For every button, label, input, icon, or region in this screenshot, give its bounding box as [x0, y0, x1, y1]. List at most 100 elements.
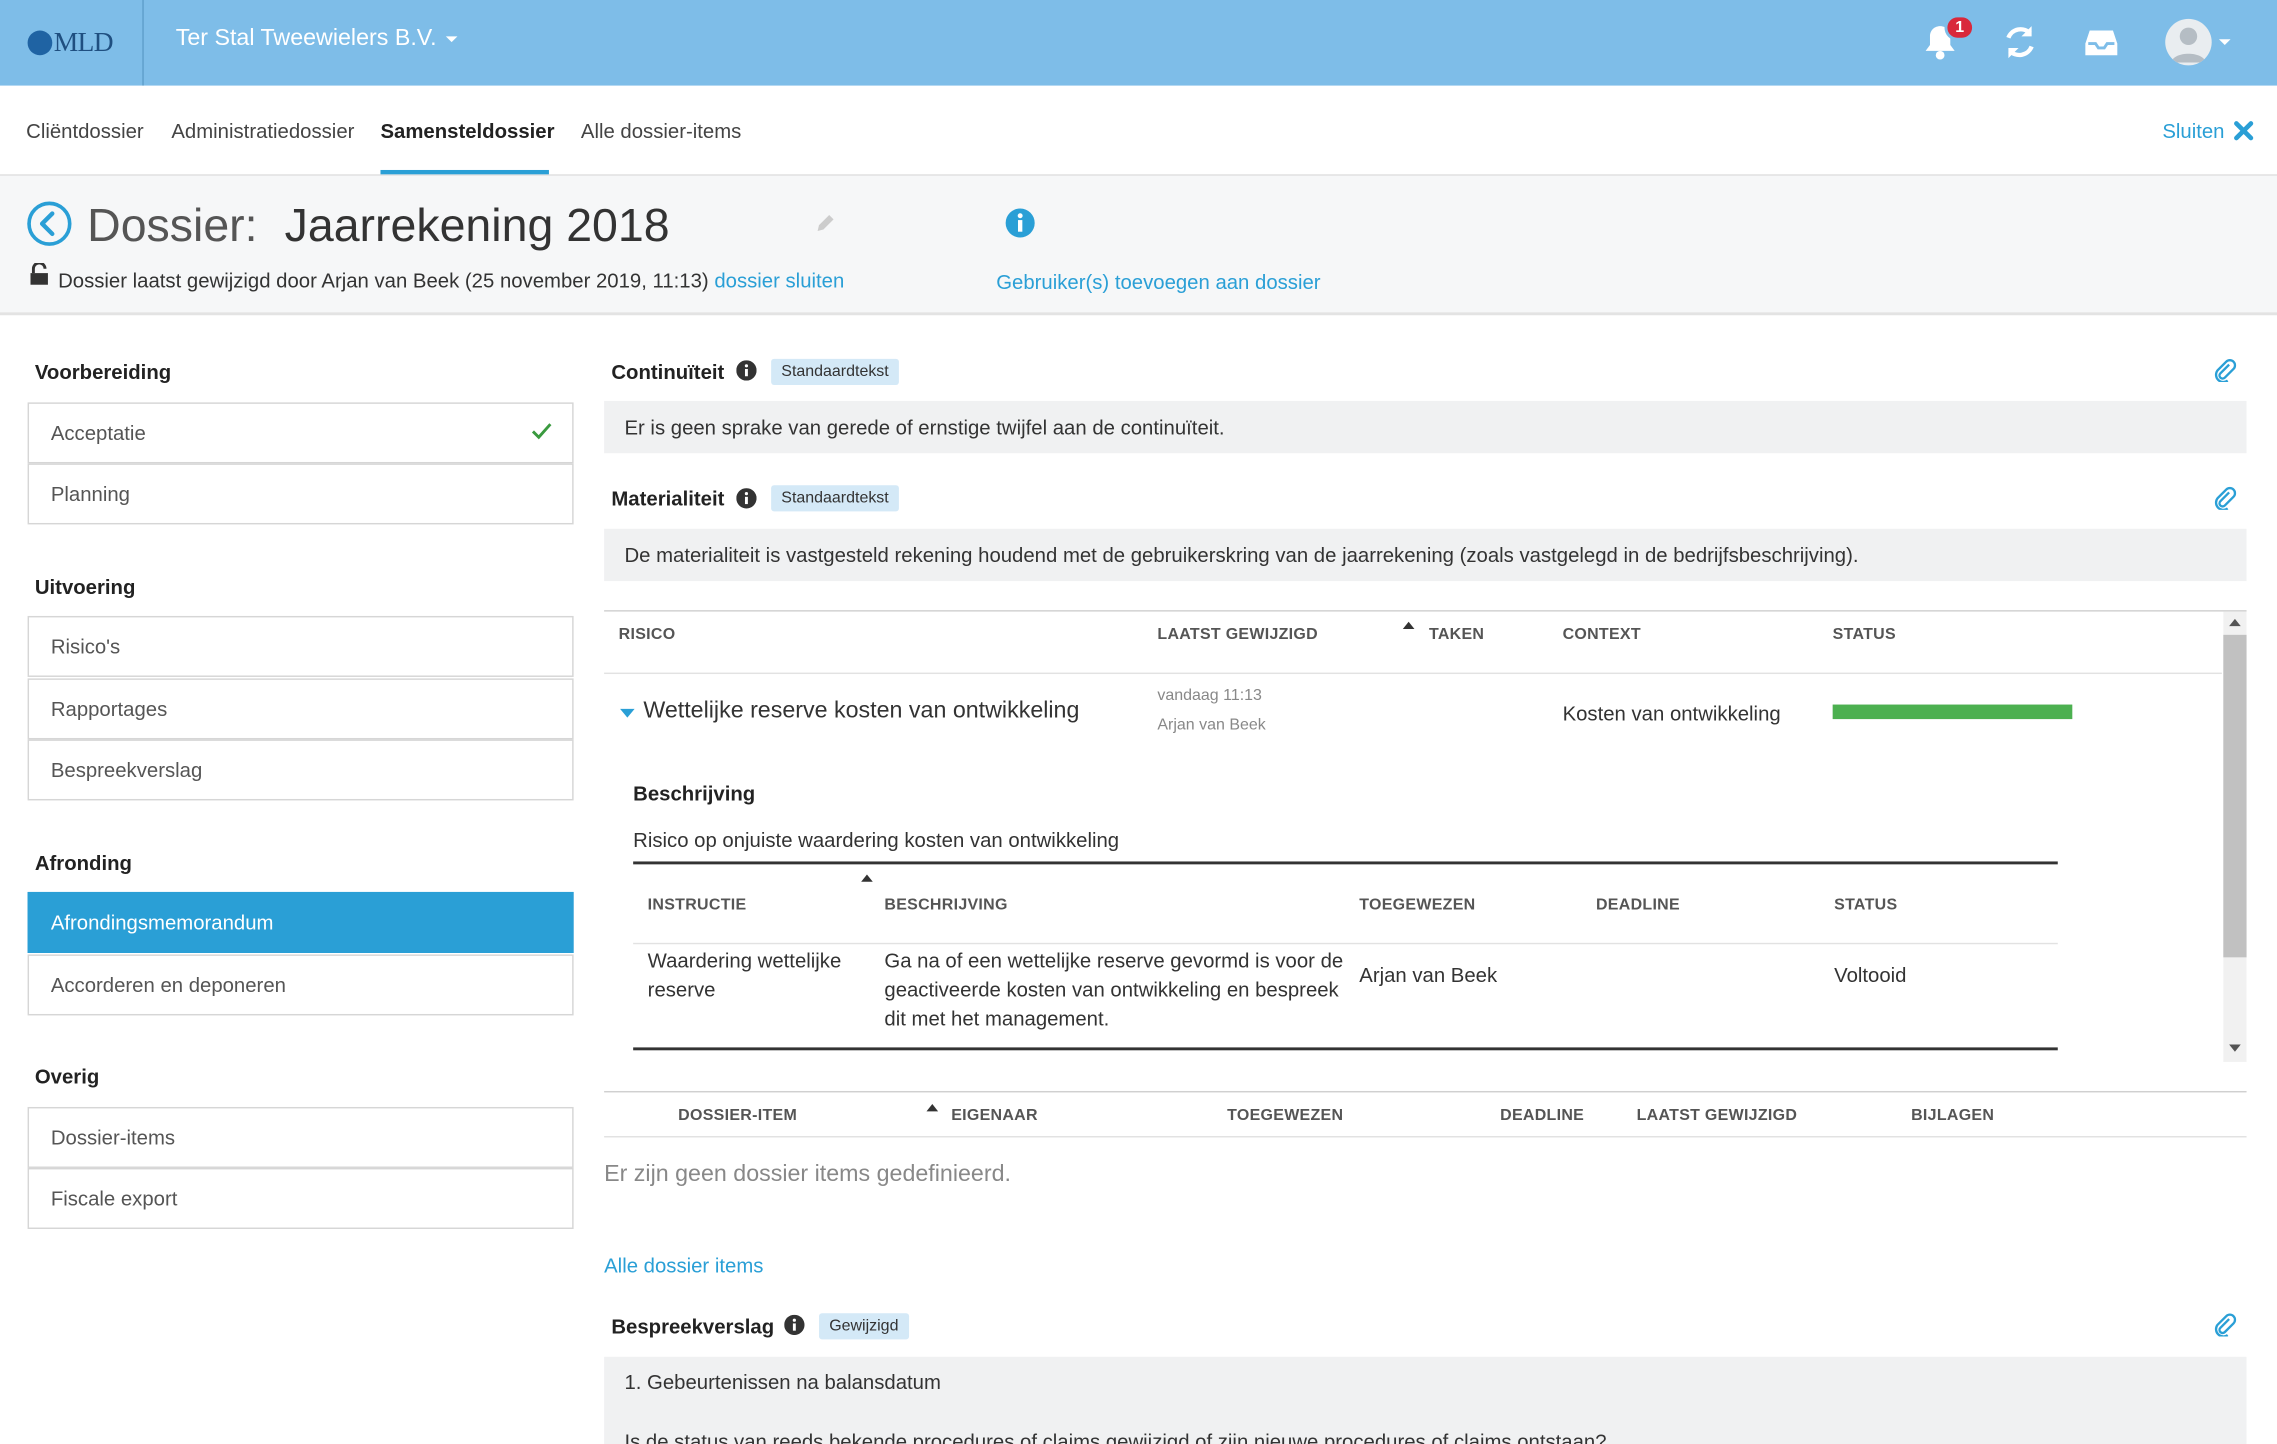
status-tag: Standaardtekst [771, 358, 899, 385]
sidebar-item-label: Accorderen en deponeren [50, 973, 286, 997]
dossier-meta: Dossier laatst gewijzigd door Arjan van … [58, 269, 844, 292]
inbox-icon [2085, 30, 2118, 56]
company-selector[interactable]: Ter Stal Tweewielers B.V. [176, 26, 457, 52]
close-button[interactable]: Sluiten [2162, 119, 2253, 142]
sidebar-item-label: Acceptatie [50, 421, 146, 445]
divider [604, 672, 2222, 675]
sidebar-item-label: Rapportages [50, 697, 168, 721]
info-icon[interactable] [736, 360, 757, 381]
column-header-beschrijving[interactable]: BESCHRIJVING [884, 896, 1007, 913]
inbox-button[interactable] [2080, 20, 2124, 64]
close-label: Sluiten [2162, 119, 2225, 143]
all-dossier-items-link[interactable]: Alle dossier items [604, 1254, 763, 1277]
sidebar-item-label: Dossier-items [50, 1125, 176, 1150]
sidebar-item-rapportages[interactable]: Rapportages [27, 678, 574, 740]
dossier-items-table-header: DOSSIER-ITEM EIGENAAR TOEGEWEZEN DEADLIN… [604, 1090, 2247, 1138]
sort-asc-icon[interactable] [1402, 621, 1415, 630]
chevron-down-icon [445, 36, 457, 43]
refresh-button[interactable] [1998, 20, 2042, 64]
pencil-icon[interactable] [815, 214, 835, 234]
section-title-materialiteit: Materialiteit [611, 486, 725, 510]
risk-context: Kosten van ontwikkeling [1562, 701, 1781, 725]
status-tag: Gewijzigd [819, 1313, 909, 1340]
dossier-label: Dossier: [87, 199, 258, 252]
paperclip-icon[interactable] [2213, 359, 2237, 383]
top-bar: MLD Ter Stal Tweewielers B.V. 1 [0, 0, 2277, 86]
sidebar-item-acceptatie[interactable]: Acceptatie [27, 402, 574, 464]
sidebar-item-label: Planning [50, 482, 130, 506]
info-icon[interactable] [736, 488, 757, 509]
sidebar-item-accorderen-en-deponeren[interactable]: Accorderen en deponeren [27, 954, 574, 1016]
sidebar-item-label: Bespreekverslag [50, 758, 203, 782]
close-icon [2233, 121, 2253, 141]
tab-clientdossier[interactable]: Cliëntdossier [26, 119, 144, 142]
app-window: MLD Ter Stal Tweewielers B.V. 1 Cliëntdo… [0, 0, 2277, 1444]
dossier-tabs: Cliëntdossier Administratiedossier Samen… [0, 85, 2277, 176]
continuiteit-text[interactable]: Er is geen sprake van gerede of ernstige… [604, 400, 2247, 454]
last-modified-text: Dossier laatst gewijzigd door Arjan van … [58, 268, 709, 292]
cell-instructie: Waardering wettelijke reserve [647, 948, 842, 1001]
sidebar-item-fiscale-export[interactable]: Fiscale export [27, 1167, 574, 1229]
column-header-laatst-gewijzigd[interactable]: LAATST GEWIJZIGD [1157, 626, 1318, 643]
sidebar-item-afrondingsmemorandum[interactable]: Afrondingsmemorandum [27, 891, 574, 953]
column-header-dossier-item[interactable]: DOSSIER-ITEM [678, 1107, 797, 1124]
tab-samensteldossier[interactable]: Samensteldossier [380, 119, 554, 142]
description-title: Beschrijving [633, 781, 756, 805]
sidebar-section-afronding: Afronding [34, 851, 132, 875]
modified-by: Arjan van Beek [1157, 716, 1266, 734]
column-header-instructie[interactable]: INSTRUCTIE [648, 896, 747, 913]
close-dossier-link[interactable]: dossier sluiten [714, 269, 844, 292]
column-header-toegewezen[interactable]: TOEGEWEZEN [1359, 896, 1475, 913]
sidebar-item-planning[interactable]: Planning [27, 463, 574, 525]
column-header-laatst-gewijzigd[interactable]: LAATST GEWIJZIGD [1637, 1107, 1798, 1124]
active-tab-indicator [380, 169, 549, 175]
status-tag: Standaardtekst [771, 485, 899, 512]
cell-beschrijving: Ga na of een wettelijke reserve gevormd … [884, 948, 1344, 1030]
user-icon [2171, 27, 2206, 63]
status-progress-bar [1832, 704, 2073, 720]
sidebar-item-bespreekverslag[interactable]: Bespreekverslag [27, 739, 574, 801]
notification-badge: 1 [1944, 14, 1975, 41]
column-header-toegewezen[interactable]: TOEGEWEZEN [1227, 1107, 1343, 1124]
column-header-deadline[interactable]: DEADLINE [1500, 1107, 1584, 1124]
section-title-bespreekverslag: Bespreekverslag [611, 1314, 775, 1338]
risk-table: RISICO LAATST GEWIJZIGD TAKEN CONTEXT ST… [604, 610, 2247, 1062]
column-header-eigenaar[interactable]: EIGENAAR [951, 1107, 1038, 1124]
materialiteit-text[interactable]: De materialiteit is vastgesteld rekening… [604, 528, 2247, 582]
risk-name[interactable]: Wettelijke reserve kosten van ontwikkeli… [643, 699, 1079, 725]
sidebar-item-dossier-items[interactable]: Dossier-items [27, 1106, 574, 1168]
cell-toegewezen: Arjan van Beek [1359, 963, 1498, 987]
logo[interactable]: MLD [0, 0, 144, 86]
scroll-up-icon[interactable] [2229, 618, 2241, 627]
info-icon[interactable] [1005, 208, 1035, 239]
refresh-icon [2006, 26, 2034, 59]
user-avatar[interactable] [2165, 18, 2212, 66]
instruction-table: INSTRUCTIE BESCHRIJVING TOEGEWEZEN DEADL… [633, 861, 2058, 1051]
paperclip-icon[interactable] [2213, 1313, 2237, 1337]
column-header-bijlagen[interactable]: BIJLAGEN [1911, 1107, 1994, 1124]
back-icon[interactable] [26, 200, 72, 246]
info-icon[interactable] [784, 1314, 805, 1336]
column-header-deadline[interactable]: DEADLINE [1596, 896, 1680, 913]
column-header-risico[interactable]: RISICO [619, 626, 676, 643]
user-menu-chevron-icon[interactable] [2218, 39, 2231, 46]
column-header-context[interactable]: CONTEXT [1563, 626, 1641, 643]
tab-alle-dossier-items[interactable]: Alle dossier-items [581, 119, 741, 142]
column-header-status[interactable]: STATUS [1833, 626, 1896, 643]
sort-asc-icon[interactable] [861, 874, 873, 882]
paperclip-icon[interactable] [2213, 486, 2237, 510]
unlock-icon [30, 262, 48, 285]
sidebar-item-label: Fiscale export [50, 1186, 178, 1211]
scroll-down-icon[interactable] [2229, 1044, 2241, 1052]
expand-caret-icon[interactable] [620, 708, 635, 718]
sidebar-item-risicos[interactable]: Risico's [27, 615, 574, 677]
column-header-taken[interactable]: TAKEN [1429, 626, 1484, 643]
logo-text: MLD [53, 26, 114, 58]
sidebar-section-voorbereiding: Voorbereiding [34, 360, 172, 384]
sort-asc-icon[interactable] [926, 1104, 939, 1112]
column-header-status[interactable]: STATUS [1834, 896, 1897, 913]
add-users-link[interactable]: Gebruiker(s) toevoegen aan dossier [996, 270, 1320, 293]
description-text: Risico op onjuiste waardering kosten van… [633, 828, 1120, 852]
scrollbar-thumb[interactable] [2223, 634, 2247, 958]
tab-administratiedossier[interactable]: Administratiedossier [171, 119, 354, 142]
